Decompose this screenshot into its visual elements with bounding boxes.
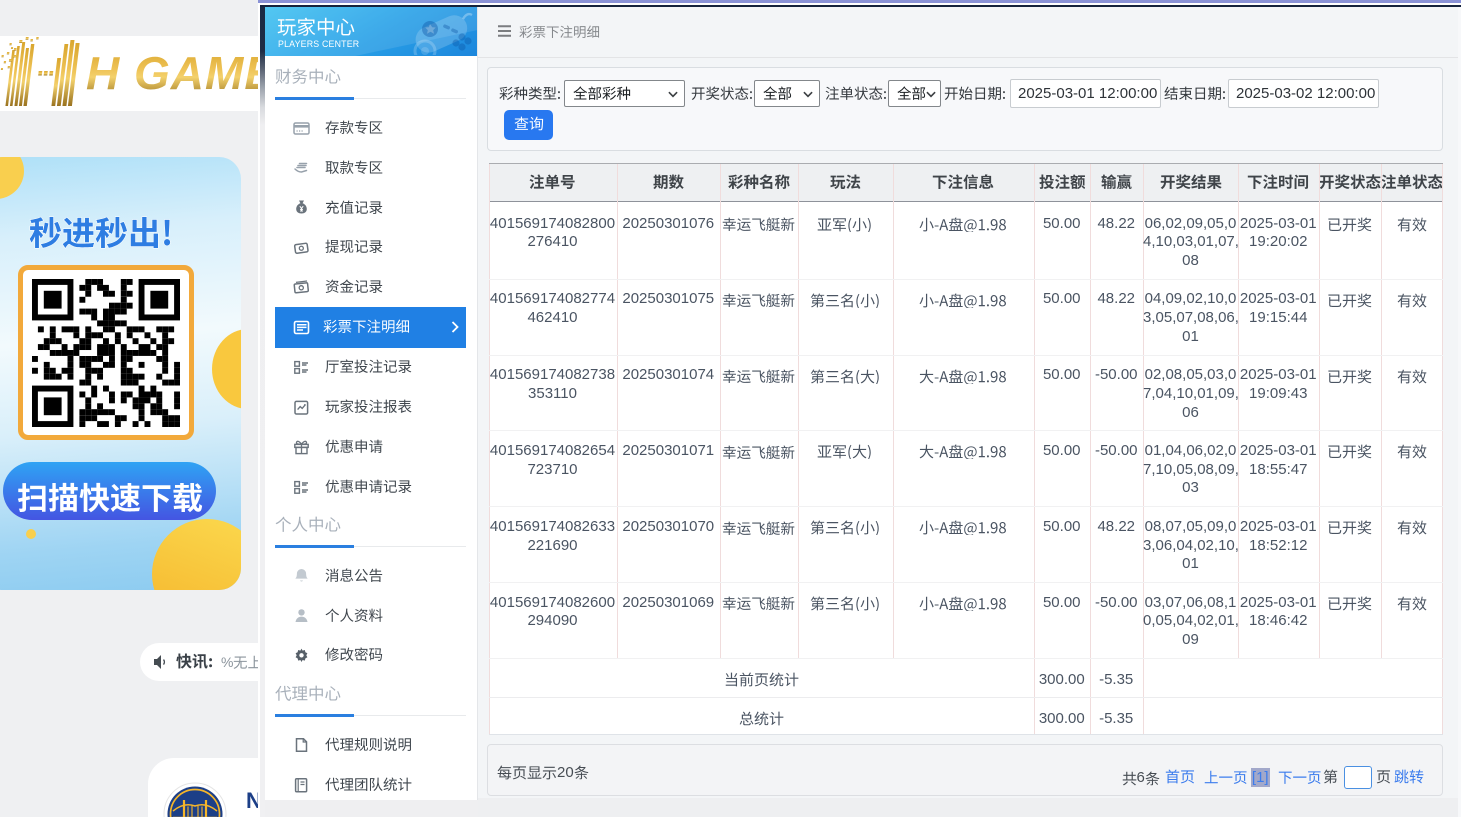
svg-text:H GAME: H GAME <box>86 47 258 99</box>
